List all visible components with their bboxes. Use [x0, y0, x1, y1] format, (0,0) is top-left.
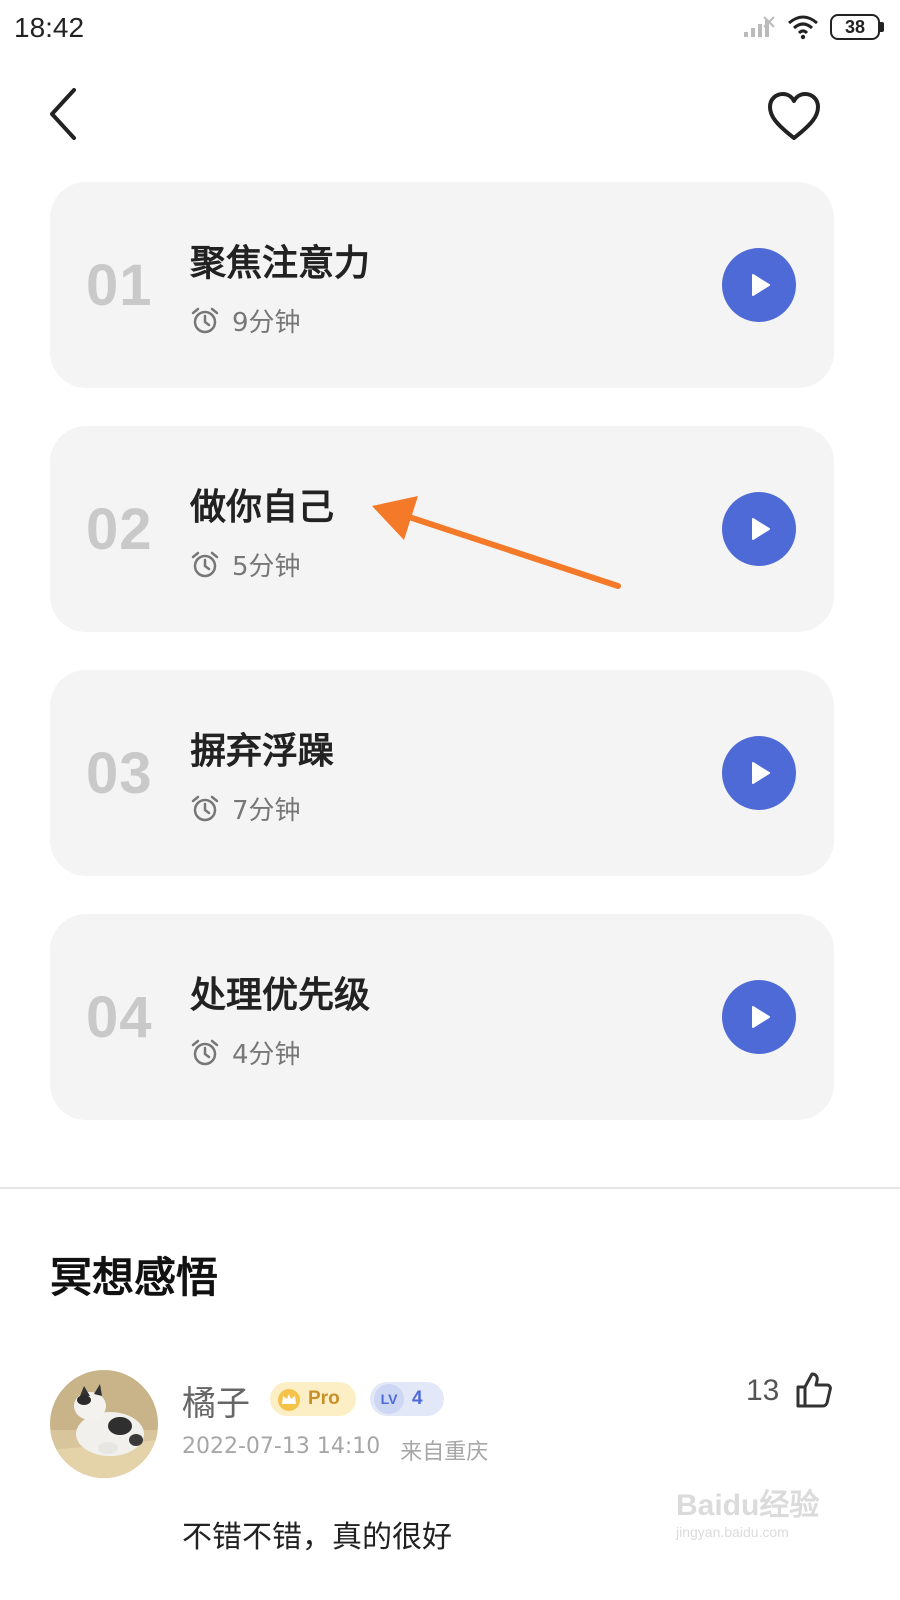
back-arrow-icon: [50, 88, 76, 140]
lesson-number: 03: [86, 741, 153, 806]
play-icon: [752, 518, 770, 540]
lesson-meta: 5分钟: [190, 546, 301, 583]
pro-badge: Pro: [270, 1382, 356, 1416]
lesson-duration: 4分钟: [232, 1040, 301, 1070]
battery-level: 38: [830, 14, 880, 40]
play-icon: [752, 762, 770, 784]
signal-icon: [744, 16, 775, 37]
play-button[interactable]: [722, 736, 796, 810]
play-icon: [752, 274, 770, 296]
play-button[interactable]: [722, 492, 796, 566]
lesson-title: 处理优先级: [190, 975, 371, 1016]
lesson-duration: 5分钟: [232, 552, 301, 582]
lesson-meta: 9分钟: [190, 302, 301, 339]
alarm-clock-icon: [191, 551, 219, 577]
alarm-clock-icon: [191, 307, 219, 333]
status-bar: 18:42 38: [0, 0, 900, 62]
like-button[interactable]: [794, 1370, 834, 1410]
annotation-arrow: [372, 496, 621, 589]
play-icon: [752, 1006, 770, 1028]
lesson-duration: 9分钟: [232, 308, 301, 338]
level-badge: LV 4: [370, 1382, 444, 1416]
comment-meta: 2022-07-13 14:10 来自重庆: [182, 1434, 488, 1466]
lesson-title: 摒弃浮躁: [190, 731, 335, 772]
battery-icon: 38: [830, 14, 884, 40]
section-divider: [0, 1187, 900, 1189]
lesson-duration: 7分钟: [232, 796, 301, 826]
alarm-clock-icon: [191, 1039, 219, 1065]
watermark-url: jingyan.baidu.com: [676, 1524, 789, 1540]
lesson-number: 02: [86, 497, 153, 562]
status-time: 18:42: [14, 12, 85, 43]
lesson-title: 聚焦注意力: [190, 243, 371, 284]
back-button[interactable]: [40, 82, 90, 146]
alarm-clock-icon: [191, 795, 219, 821]
like-count: 13: [746, 1374, 780, 1407]
pro-badge-label: Pro: [308, 1388, 340, 1409]
baidu-watermark: Baidu经验 jingyan.baidu.com: [676, 1480, 836, 1550]
wifi-icon: [788, 15, 818, 40]
lesson-list: 01 聚焦注意力 9分钟 02 做你自己 5分钟 03 摒弃浮躁 7分钟 04 …: [50, 182, 834, 1158]
thumbs-up-icon: [796, 1372, 832, 1408]
heart-icon: [768, 92, 820, 140]
level-badge-prefix: LV: [374, 1384, 404, 1414]
level-badge-number: 4: [412, 1388, 423, 1409]
lesson-card[interactable]: 04 处理优先级 4分钟: [50, 914, 834, 1120]
section-title: 冥想感悟: [50, 1253, 219, 1302]
comment-timestamp: 2022-07-13 14:10: [182, 1434, 381, 1459]
user-name[interactable]: 橘子: [182, 1376, 250, 1425]
avatar[interactable]: [50, 1370, 158, 1478]
comment-location: 来自重庆: [400, 1440, 489, 1465]
watermark-text: Baidu经验: [676, 1489, 820, 1522]
cat-avatar-image: [50, 1370, 158, 1478]
lesson-title: 做你自己: [190, 487, 335, 528]
lesson-card[interactable]: 01 聚焦注意力 9分钟: [50, 182, 834, 388]
favorite-button[interactable]: [764, 88, 824, 144]
play-button[interactable]: [722, 248, 796, 322]
lesson-number: 04: [86, 985, 153, 1050]
lesson-meta: 4分钟: [190, 1034, 301, 1071]
lesson-meta: 7分钟: [190, 790, 301, 827]
play-button[interactable]: [722, 980, 796, 1054]
lesson-card[interactable]: 03 摒弃浮躁 7分钟: [50, 670, 834, 876]
lesson-number: 01: [86, 253, 153, 318]
status-icons: 38: [742, 14, 884, 40]
comment-text: 不错不错，真的很好: [182, 1520, 452, 1555]
crown-icon: [278, 1389, 300, 1411]
